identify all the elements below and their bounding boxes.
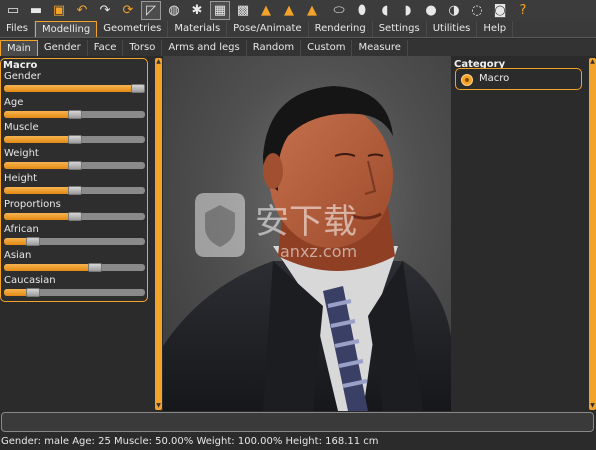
smooth-icon[interactable]: ◍ <box>164 1 184 20</box>
slider-label: Weight <box>4 147 39 159</box>
slider-age: Age <box>4 96 145 121</box>
slider-label: Asian <box>4 249 32 261</box>
slider-muscle: Muscle <box>4 121 145 146</box>
tab-utilities[interactable]: Utilities <box>427 21 478 37</box>
face-icon[interactable]: ⬭ <box>329 1 349 20</box>
subtab-random[interactable]: Random <box>247 40 302 56</box>
slider-handle[interactable] <box>67 186 82 195</box>
slider-handle[interactable] <box>67 109 82 119</box>
proportions-slider[interactable] <box>4 211 145 221</box>
subtab-measure[interactable]: Measure <box>352 40 408 56</box>
watermark-text: 安下载 <box>255 202 357 242</box>
head-icon[interactable]: ⬮ <box>352 1 372 20</box>
slider-label: Muscle <box>4 122 39 133</box>
slider-handle[interactable] <box>67 135 82 144</box>
screenshot-icon[interactable]: ◙ <box>490 1 510 20</box>
undo-icon[interactable]: ↶ <box>72 1 92 20</box>
tab-geometries[interactable]: Geometries <box>97 21 169 37</box>
slider-label: Gender <box>4 71 41 82</box>
slider-fill <box>4 110 75 118</box>
checker-icon[interactable]: ▩ <box>233 1 253 20</box>
slider-fill <box>4 161 75 169</box>
caucasian-slider[interactable] <box>4 288 145 297</box>
slider-label: Height <box>4 173 38 184</box>
sub-tab-bar: Main Gender Face Torso Arms and legs Random Cu… <box>0 39 596 56</box>
help-icon[interactable]: ? <box>513 1 533 20</box>
tab-materials[interactable]: Materials <box>168 21 228 37</box>
back-view-icon[interactable]: ▲ <box>279 1 299 20</box>
tab-pose-animate[interactable]: Pose/Animate <box>227 21 309 37</box>
slider-handle[interactable] <box>67 160 82 170</box>
slider-height: Height <box>4 172 145 197</box>
front-view-icon[interactable]: ▲ <box>256 1 276 20</box>
african-slider[interactable] <box>4 237 145 246</box>
height-slider[interactable] <box>4 186 145 195</box>
left-icon[interactable]: ◖ <box>375 1 395 20</box>
macro-radio[interactable] <box>461 74 473 86</box>
category-group: Macro <box>455 68 582 90</box>
status-bar: Gender: male Age: 25 Muscle: 50.00% Weig… <box>1 436 379 447</box>
right-scrollbar[interactable]: ▲ ▼ <box>589 58 596 410</box>
slider-fill <box>4 212 75 220</box>
subtab-custom[interactable]: Custom <box>301 40 353 56</box>
category-panel: Category Macro <box>453 58 583 410</box>
save-icon[interactable]: ▬ <box>26 1 46 20</box>
slider-asian: Asian <box>4 249 145 274</box>
side-view-icon[interactable]: ▲ <box>302 1 322 20</box>
pose-icon[interactable]: ✱ <box>187 1 207 20</box>
slider-caucasian: Caucasian <box>4 274 145 299</box>
macro-radio-label[interactable]: Macro <box>479 73 509 84</box>
command-input[interactable] <box>1 412 594 432</box>
tab-modelling[interactable]: Modelling <box>34 21 98 37</box>
bottom-icon[interactable]: ◑ <box>444 1 464 20</box>
tab-rendering[interactable]: Rendering <box>309 21 373 37</box>
reset-icon[interactable]: ⟳ <box>118 1 138 20</box>
watermark-url: anxz.com <box>280 242 357 261</box>
subtab-face[interactable]: Face <box>88 40 124 56</box>
right-icon[interactable]: ◗ <box>398 1 418 20</box>
subtab-gender[interactable]: Gender <box>38 40 88 56</box>
wireframe-icon[interactable]: ◸ <box>141 1 161 20</box>
slider-african: African <box>4 223 145 248</box>
subtab-arms-and-legs[interactable]: Arms and legs <box>162 40 247 56</box>
redo-icon[interactable]: ↷ <box>95 1 115 20</box>
slider-handle[interactable] <box>25 237 40 246</box>
gender-slider[interactable] <box>4 84 145 93</box>
main-tab-bar: Files Modelling Geometries Materials Pose/An… <box>0 21 596 38</box>
left-scrollbar[interactable]: ▲ ▼ <box>155 58 162 410</box>
slider-fill <box>4 85 138 92</box>
slider-fill <box>4 187 75 194</box>
top-icon[interactable]: ● <box>421 1 441 20</box>
reset-camera-icon[interactable]: ◌ <box>467 1 487 20</box>
subtab-main[interactable]: Main <box>0 40 38 56</box>
slider-fill <box>4 263 95 271</box>
file-icon[interactable]: ▭ <box>3 1 23 20</box>
slider-fill <box>4 136 75 143</box>
slider-handle[interactable] <box>87 262 102 272</box>
slider-handle[interactable] <box>67 211 82 221</box>
slider-label: Age <box>4 96 24 108</box>
slider-label: Caucasian <box>4 275 56 286</box>
weight-slider[interactable] <box>4 160 145 170</box>
muscle-slider[interactable] <box>4 135 145 144</box>
age-slider[interactable] <box>4 109 145 119</box>
slider-label: African <box>4 224 39 235</box>
export-icon[interactable]: ▣ <box>49 1 69 20</box>
tab-help[interactable]: Help <box>477 21 514 37</box>
slider-handle[interactable] <box>131 84 145 93</box>
tab-files[interactable]: Files <box>0 21 35 37</box>
tab-settings[interactable]: Settings <box>373 21 427 37</box>
toolbar: ▭ ▬ ▣ ↶ ↷ ⟳ ◸ ◍ ✱ ▦ ▩ ▲ ▲ ▲ ⬭ ⬮ ◖ ◗ ● ◑ … <box>0 0 596 21</box>
grid-icon[interactable]: ▦ <box>210 1 230 20</box>
slider-gender: Gender <box>4 70 145 95</box>
subtab-torso[interactable]: Torso <box>123 40 163 56</box>
macro-panel: Macro Gender Age Muscle Weight Height Proport… <box>0 58 148 302</box>
slider-label: Proportions <box>4 198 61 210</box>
slider-weight: Weight <box>4 147 145 172</box>
slider-handle[interactable] <box>25 288 40 297</box>
watermark-logo: 安下载 anxz.com <box>190 185 420 265</box>
asian-slider[interactable] <box>4 262 145 272</box>
slider-proportions: Proportions <box>4 198 145 223</box>
